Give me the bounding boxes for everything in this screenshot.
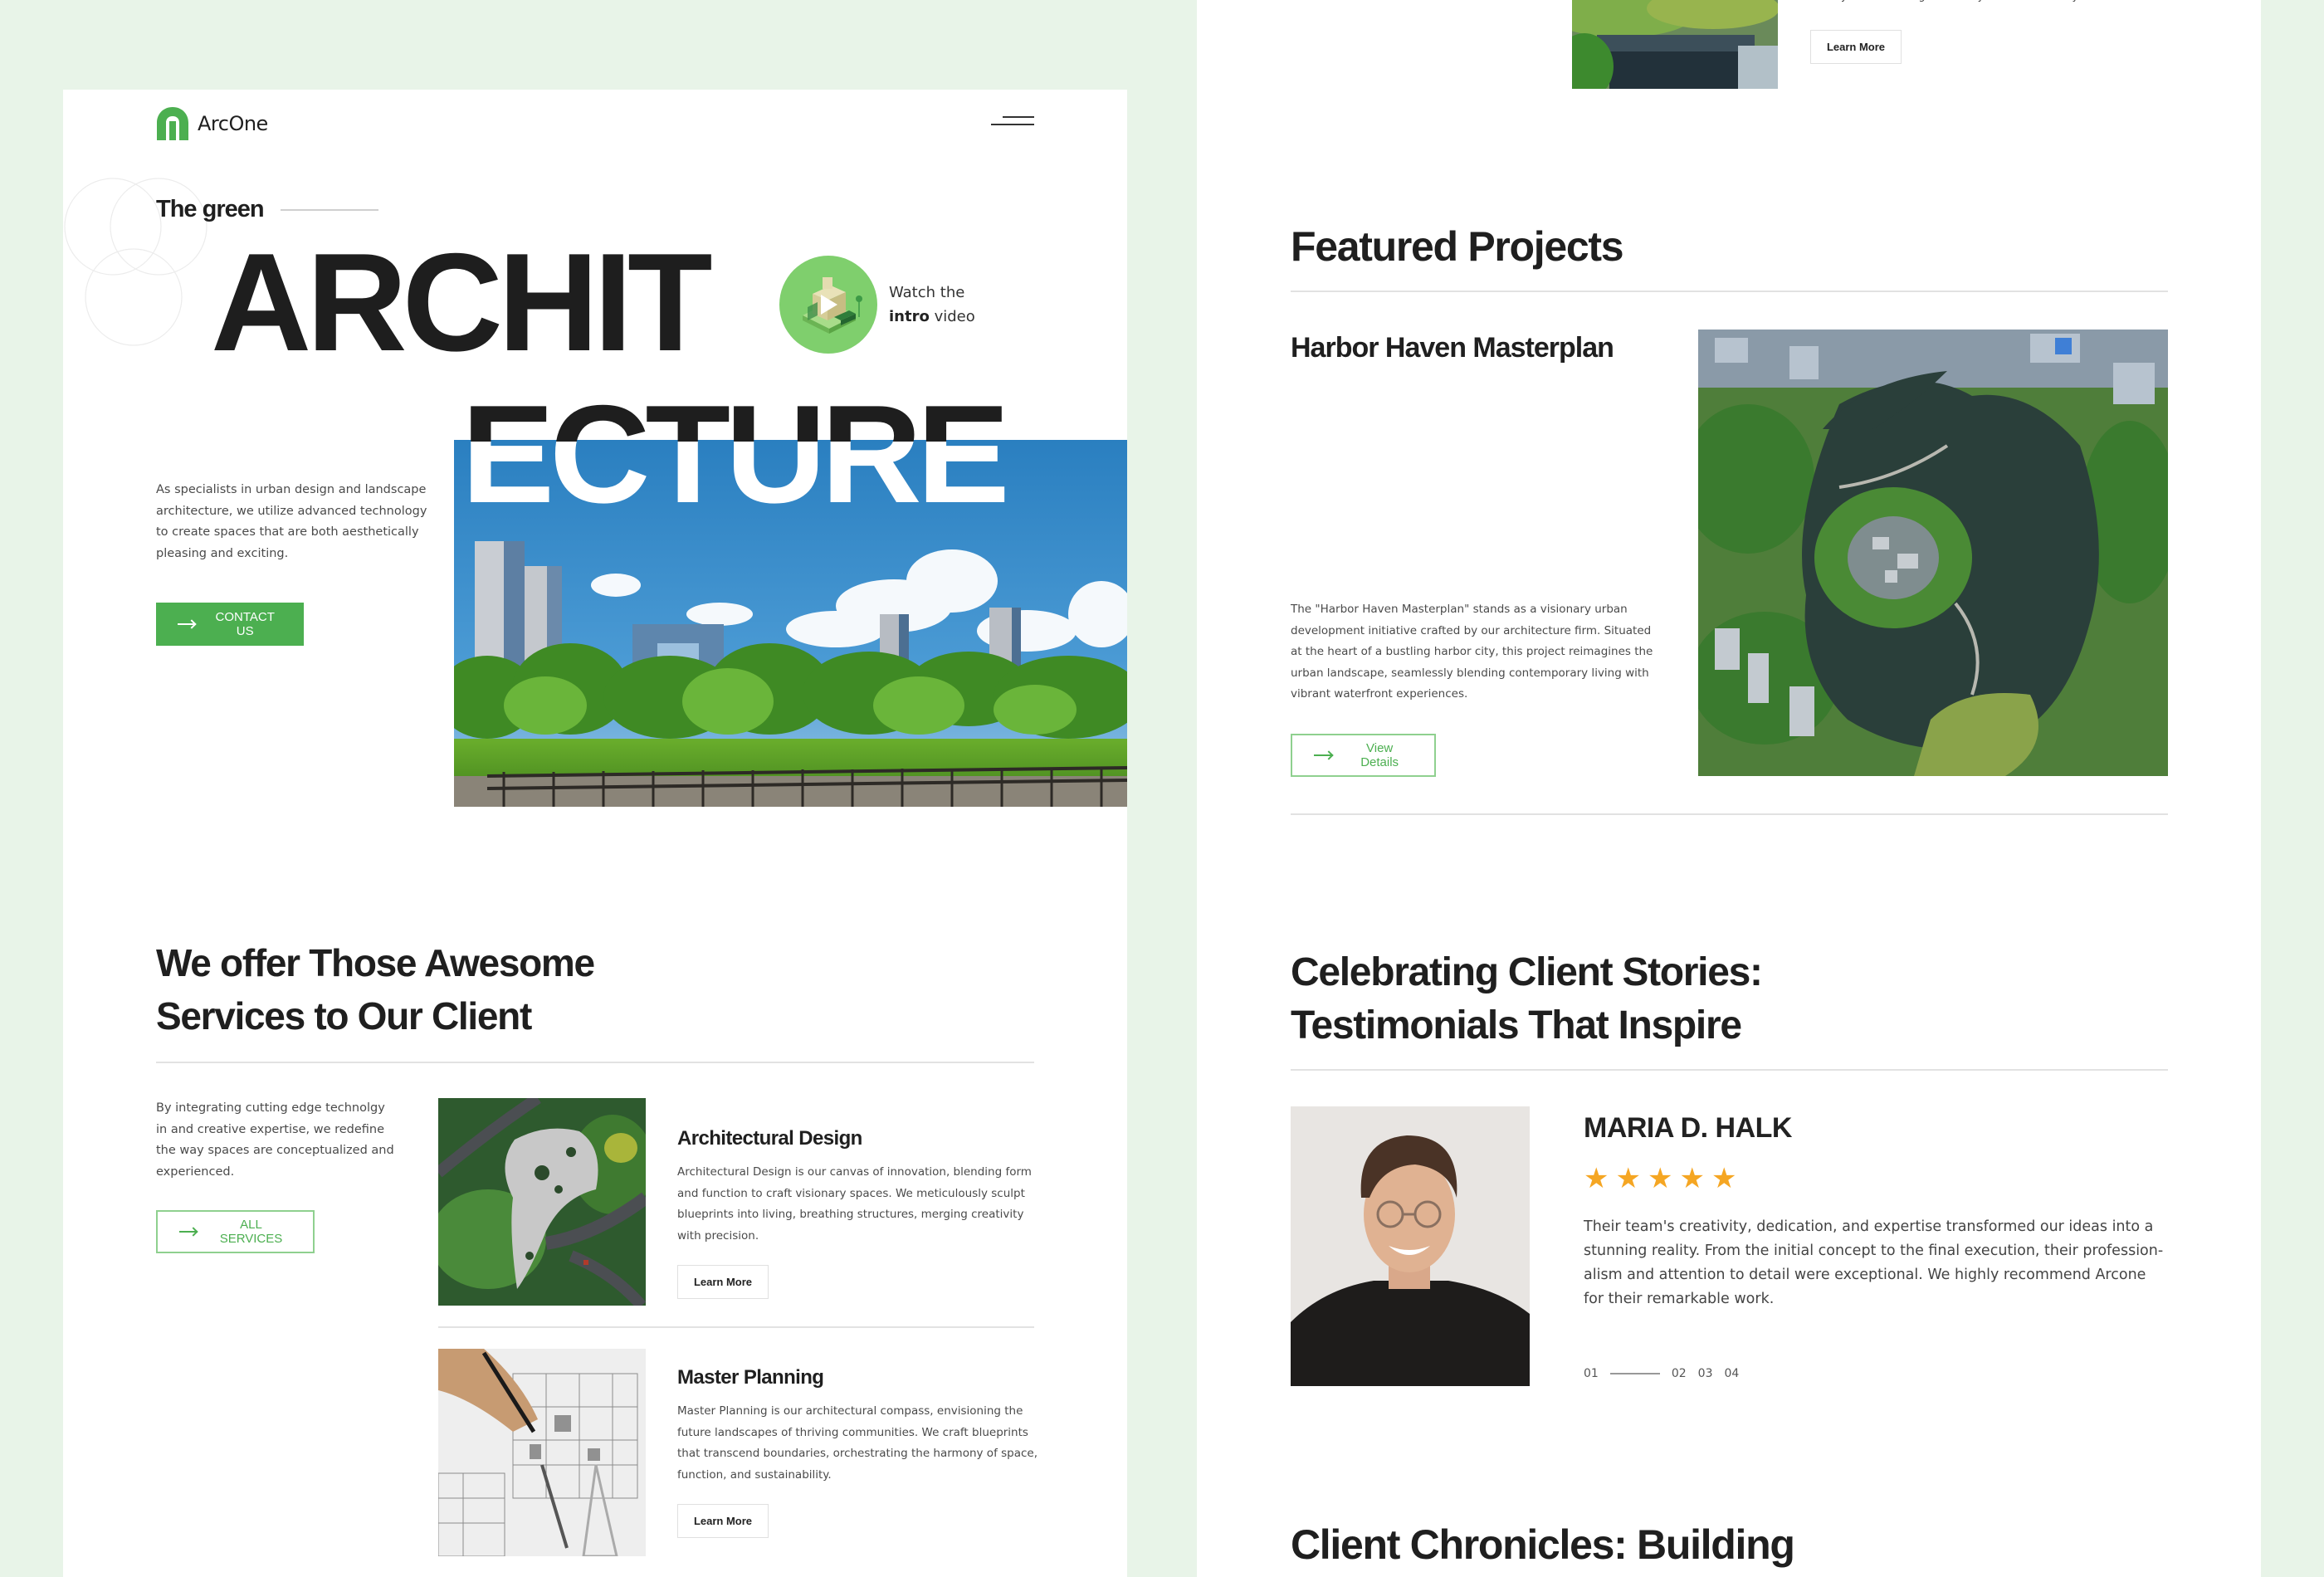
- learn-more-button[interactable]: Learn More: [677, 1265, 769, 1299]
- featured-projects-heading: Featured Projects: [1291, 223, 1624, 270]
- previous-item-text: history while infusing modernity and fun…: [1810, 0, 2080, 2]
- service-description: Architectural Design is our canvas of in…: [677, 1165, 1032, 1243]
- pager-item-04[interactable]: 04: [1724, 1367, 1739, 1380]
- eyebrow-line: [280, 208, 378, 211]
- pager-active-line: [1609, 1373, 1660, 1374]
- play-icon: [821, 295, 837, 315]
- star-icon: ★: [1647, 1162, 1673, 1195]
- intro-video-button[interactable]: Watch the intro video: [779, 256, 975, 354]
- arrow-right-icon: [1314, 754, 1334, 756]
- service-title: Master Planning: [677, 1366, 824, 1389]
- brand-name: ArcOne: [198, 112, 268, 135]
- services-heading-line1: We offer Those Awesome: [156, 941, 595, 984]
- video-label: Watch the intro video: [889, 281, 975, 329]
- video-label-bold: intro: [889, 308, 930, 325]
- hero-eyebrow: The green: [156, 196, 378, 223]
- client-chronicles-heading: Client Chronicles: Building: [1291, 1521, 1795, 1568]
- arrow-right-icon: [179, 1231, 198, 1233]
- hero-title-part1: ARCHIT: [211, 224, 713, 380]
- pager-item-02[interactable]: 02: [1672, 1367, 1687, 1380]
- video-label-line1: Watch the: [889, 284, 965, 301]
- testimonial-quote: Their team's creativity, dedication, and…: [1584, 1218, 2164, 1307]
- pager-item-01[interactable]: 01: [1584, 1367, 1599, 1380]
- services-intro: By integrating cutting edge technolgy in…: [156, 1101, 394, 1179]
- homepage-left-panel: ArcOne The green ARCHIT Watch the intro …: [63, 90, 1127, 1577]
- testimonials-heading: Celebrating Client Stories: Testimonials…: [1291, 946, 1763, 1052]
- project-description: The "Harbor Haven Masterplan" stands as …: [1291, 603, 1653, 701]
- service-master-planning: Master Planning Master Planning is our a…: [677, 1366, 1042, 1538]
- contact-us-label: CONTACT US: [215, 610, 275, 638]
- video-thumbnail: [779, 256, 877, 354]
- service-architectural-design: Architectural Design Architectural Desig…: [677, 1127, 1042, 1299]
- client-photo: [1291, 1106, 1530, 1386]
- brand-logo[interactable]: ArcOne: [156, 106, 268, 141]
- project-title: Harbor Haven Masterplan: [1291, 332, 1614, 364]
- services-heading: We offer Those Awesome Services to Our C…: [156, 936, 595, 1042]
- services-heading-line2: Services to Our Client: [156, 994, 532, 1038]
- testimonials-heading-line1: Celebrating Client Stories:: [1291, 950, 1763, 994]
- contact-us-button[interactable]: CONTACT US: [156, 603, 304, 646]
- all-services-button[interactable]: ALL SERVICES: [156, 1210, 315, 1253]
- hero-description: As specialists in urban design and lands…: [156, 483, 427, 560]
- client-name: MARIA D. HALK: [1584, 1112, 1793, 1144]
- star-icon: ★: [1584, 1162, 1609, 1195]
- featured-bottom-divider: [1291, 813, 2168, 815]
- video-label-line2: intro video: [889, 305, 975, 329]
- hamburger-menu-icon[interactable]: [991, 115, 1034, 128]
- featured-divider: [1291, 290, 2168, 292]
- view-details-label: View Details: [1360, 741, 1399, 769]
- testimonials-divider: [1291, 1069, 2168, 1071]
- learn-more-button[interactable]: Learn More: [677, 1504, 769, 1538]
- arrow-right-icon: [178, 623, 197, 625]
- pager-item-03[interactable]: 03: [1698, 1367, 1713, 1380]
- video-label-rest: video: [929, 308, 975, 325]
- service-title: Architectural Design: [677, 1127, 862, 1150]
- all-services-label: ALL SERVICES: [219, 1218, 283, 1246]
- arch-logo-icon: [157, 107, 188, 140]
- testimonial-pager: 01 02 03 04: [1584, 1367, 1739, 1380]
- star-icon: ★: [1615, 1162, 1641, 1195]
- star-icon: ★: [1679, 1162, 1705, 1195]
- rooftop-building-image: [1572, 0, 1778, 89]
- star-rating: ★ ★ ★ ★ ★: [1584, 1164, 1736, 1193]
- services-divider: [156, 1062, 1034, 1063]
- harbor-haven-image: [1698, 330, 2168, 776]
- learn-more-button[interactable]: Learn More: [1810, 30, 1902, 64]
- testimonials-heading-line2: Testimonials That Inspire: [1291, 1003, 1742, 1047]
- architectural-design-image: [438, 1098, 646, 1306]
- view-details-button[interactable]: View Details: [1291, 734, 1436, 777]
- star-icon: ★: [1711, 1162, 1737, 1195]
- master-planning-image: [438, 1349, 646, 1556]
- service-divider: [438, 1326, 1034, 1328]
- homepage-right-panel: history while infusing modernity and fun…: [1197, 0, 2261, 1577]
- service-description: Master Planning is our architectural com…: [677, 1404, 1038, 1482]
- hero-eyebrow-text: The green: [156, 196, 265, 222]
